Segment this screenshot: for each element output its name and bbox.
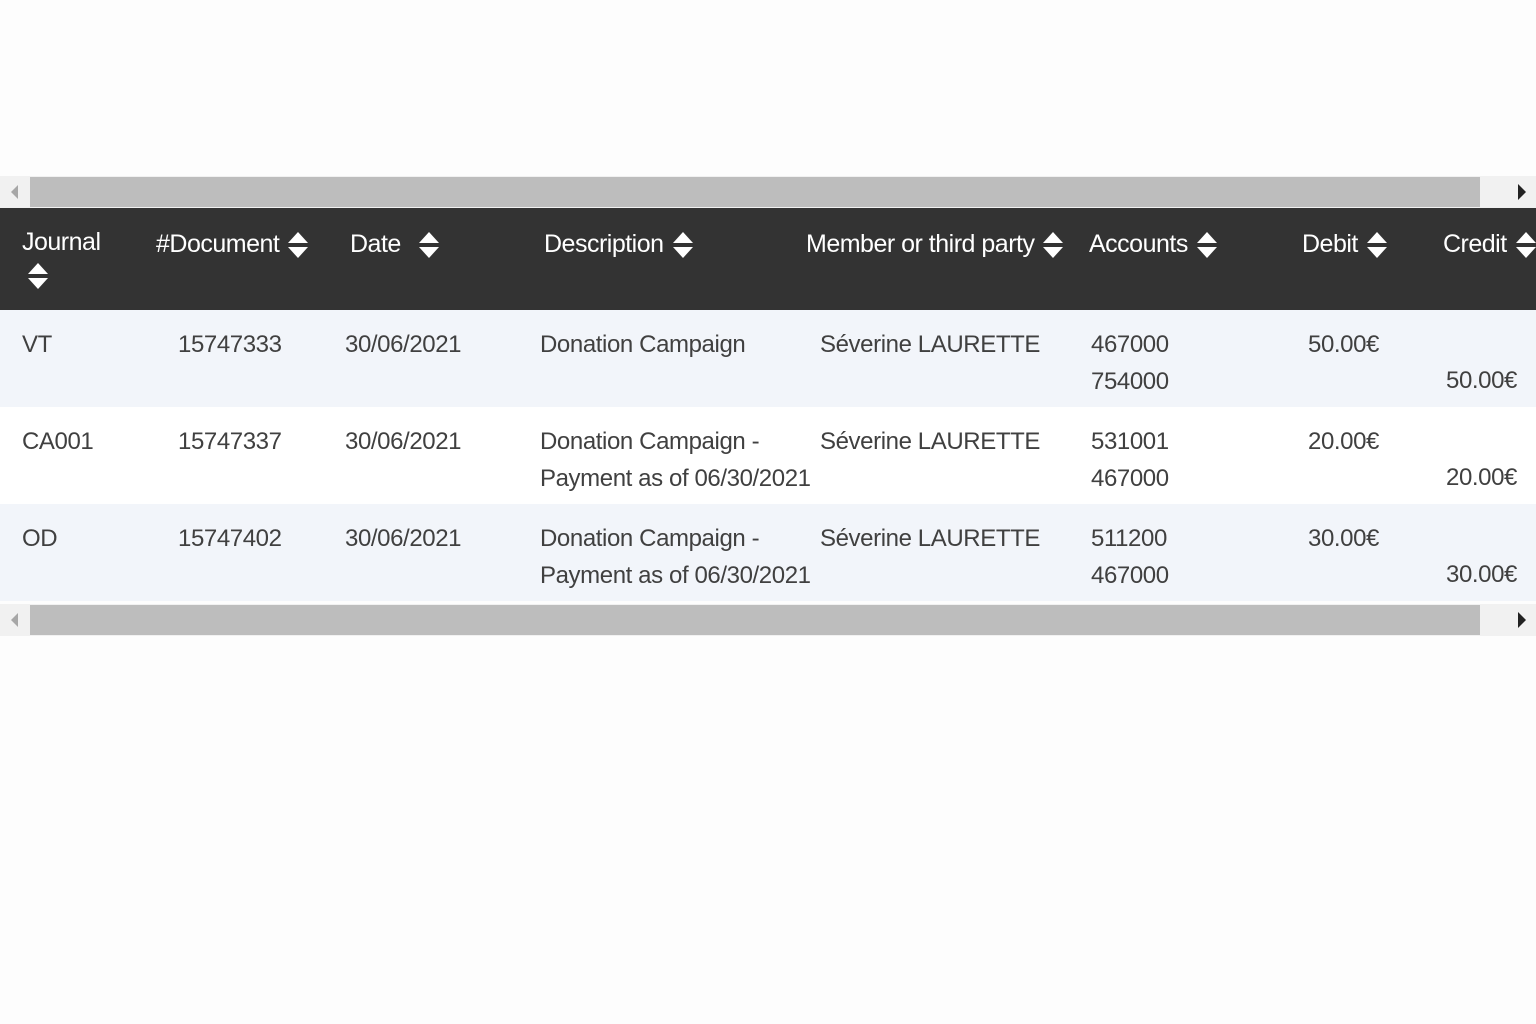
description-line: Payment as of 06/30/2021 bbox=[540, 562, 811, 589]
table-row: CA001 15747337 30/06/2021 Donation Campa… bbox=[0, 407, 1536, 504]
cell-journal: CA001 bbox=[22, 428, 94, 455]
column-header-label: #Document bbox=[156, 230, 280, 258]
cell-credit: 30.00€ bbox=[1446, 561, 1518, 588]
cell-journal: OD bbox=[22, 525, 58, 552]
cell-member: Séverine LAURETTE bbox=[820, 428, 1040, 455]
sort-up-down-icon[interactable] bbox=[28, 263, 48, 289]
sort-up-down-icon[interactable] bbox=[418, 231, 439, 258]
cell-description: Donation Campaign bbox=[540, 327, 746, 401]
cell-member: Séverine LAURETTE bbox=[820, 331, 1040, 358]
cell-date: 30/06/2021 bbox=[345, 331, 462, 358]
description-line: Payment as of 06/30/2021 bbox=[540, 465, 811, 492]
cell-journal: VT bbox=[22, 331, 52, 358]
column-header-member[interactable]: Member or third party bbox=[806, 230, 1064, 259]
scroll-left-arrow-icon[interactable] bbox=[0, 176, 28, 208]
cell-debit: 50.00€ bbox=[1308, 331, 1380, 358]
column-header-label: Date bbox=[350, 230, 401, 258]
column-header-description[interactable]: Description bbox=[544, 230, 693, 259]
column-header-debit[interactable]: Debit bbox=[1302, 230, 1387, 259]
cell-description: Donation Campaign - Payment as of 06/30/… bbox=[540, 521, 811, 595]
account-number: 531001 bbox=[1091, 428, 1169, 455]
scroll-left-arrow-icon[interactable] bbox=[0, 604, 28, 636]
account-number: 754000 bbox=[1091, 368, 1169, 395]
description-line bbox=[540, 364, 745, 401]
cell-document: 15747337 bbox=[178, 428, 282, 455]
cell-accounts: 467000 754000 bbox=[1091, 327, 1169, 401]
scrollbar-thumb[interactable] bbox=[30, 177, 1480, 207]
description-line: Donation Campaign bbox=[540, 331, 746, 358]
scroll-right-arrow-icon[interactable] bbox=[1508, 604, 1536, 636]
account-number: 467000 bbox=[1091, 562, 1169, 589]
cell-date: 30/06/2021 bbox=[345, 428, 462, 455]
description-line: Donation Campaign - bbox=[540, 428, 760, 455]
table-row: VT 15747333 30/06/2021 Donation Campaign… bbox=[0, 310, 1536, 407]
cell-document: 15747333 bbox=[178, 331, 282, 358]
sort-up-down-icon[interactable] bbox=[1366, 231, 1387, 258]
column-header-label: Journal bbox=[22, 228, 101, 256]
cell-debit: 20.00€ bbox=[1308, 428, 1380, 455]
sort-up-down-icon[interactable] bbox=[288, 231, 309, 258]
top-horizontal-scrollbar[interactable] bbox=[0, 176, 1536, 208]
description-line: Donation Campaign - bbox=[540, 525, 760, 552]
cell-credit: 20.00€ bbox=[1446, 464, 1518, 491]
sort-up-down-icon[interactable] bbox=[1043, 231, 1064, 258]
account-number: 467000 bbox=[1091, 331, 1169, 358]
column-header-credit[interactable]: Credit bbox=[1443, 230, 1536, 259]
journal-entries-table-container: Journal #Document Date Description Membe… bbox=[0, 176, 1536, 636]
column-header-label: Accounts bbox=[1089, 230, 1188, 258]
bottom-horizontal-scrollbar[interactable] bbox=[0, 604, 1536, 636]
sort-up-down-icon[interactable] bbox=[1515, 231, 1536, 258]
account-number: 467000 bbox=[1091, 465, 1169, 492]
cell-debit: 30.00€ bbox=[1308, 525, 1380, 552]
table-header: Journal #Document Date Description Membe… bbox=[0, 208, 1536, 310]
column-header-accounts[interactable]: Accounts bbox=[1089, 230, 1217, 259]
scroll-right-arrow-icon[interactable] bbox=[1508, 176, 1536, 208]
sort-up-down-icon[interactable] bbox=[1196, 231, 1217, 258]
cell-document: 15747402 bbox=[178, 525, 282, 552]
column-header-label: Member or third party bbox=[806, 230, 1035, 258]
account-number: 511200 bbox=[1091, 525, 1167, 552]
cell-description: Donation Campaign - Payment as of 06/30/… bbox=[540, 424, 811, 498]
cell-credit: 50.00€ bbox=[1446, 367, 1518, 394]
column-header-journal[interactable]: Journal bbox=[22, 228, 101, 289]
cell-accounts: 531001 467000 bbox=[1091, 424, 1169, 498]
table-row: OD 15747402 30/06/2021 Donation Campaign… bbox=[0, 504, 1536, 601]
cell-date: 30/06/2021 bbox=[345, 525, 462, 552]
scrollbar-thumb[interactable] bbox=[30, 605, 1480, 635]
column-header-label: Credit bbox=[1443, 230, 1507, 258]
cell-member: Séverine LAURETTE bbox=[820, 525, 1040, 552]
column-header-document[interactable]: #Document bbox=[156, 230, 309, 259]
column-header-label: Debit bbox=[1302, 230, 1358, 258]
sort-up-down-icon[interactable] bbox=[672, 231, 693, 258]
cell-accounts: 511200 467000 bbox=[1091, 521, 1169, 595]
column-header-label: Description bbox=[544, 230, 664, 258]
column-header-date[interactable]: Date bbox=[350, 230, 439, 259]
